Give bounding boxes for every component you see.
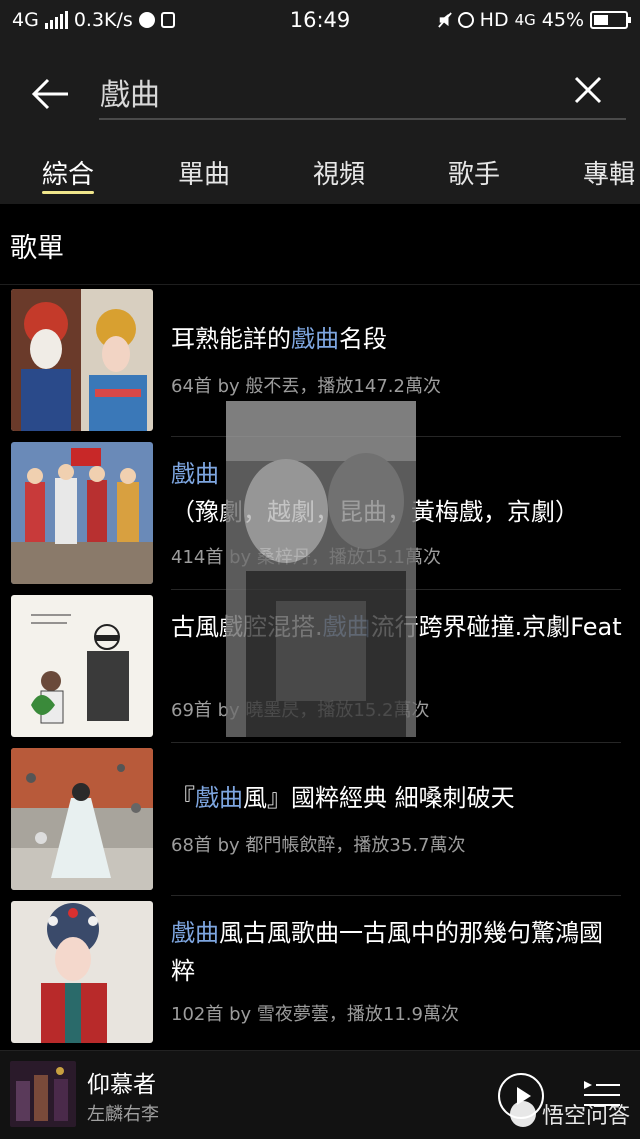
playlist-title: 『戲曲風』國粹經典 細嗓刺破天 xyxy=(171,784,515,812)
battery-percent: 45% xyxy=(541,9,584,31)
tab-singers[interactable]: 歌手 xyxy=(448,154,500,191)
search-underline xyxy=(99,118,626,120)
tab-videos[interactable]: 視頻 xyxy=(313,154,365,191)
watermark-text: 悟空问答 xyxy=(542,1104,631,1129)
wukong-logo-icon xyxy=(510,1101,536,1127)
search-input[interactable]: 戲曲 xyxy=(100,70,160,114)
status-right: HD 4G 45% xyxy=(437,9,631,31)
tab-bar: 綜合 單曲 視頻 歌手 專輯 xyxy=(0,148,640,204)
playlist-meta: 68首 by 都門帳飲醉，播放35.7萬次 xyxy=(171,835,466,856)
alarm-icon xyxy=(457,12,474,28)
playlist-meta: 102首 by 雪夜夢蕓，播放11.9萬次 xyxy=(171,1004,459,1025)
hd-label: HD xyxy=(479,9,509,31)
now-playing-cover[interactable] xyxy=(10,1061,76,1127)
tab-comprehensive[interactable]: 綜合 xyxy=(42,154,94,191)
playlist-item[interactable]: 『戲曲風』國粹經典 細嗓刺破天 68首 by 都門帳飲醉，播放35.7萬次 xyxy=(0,743,640,896)
tab-singles[interactable]: 單曲 xyxy=(178,154,230,191)
clear-icon[interactable] xyxy=(566,68,610,112)
playlist-meta: 64首 by 般不丟，播放147.2萬次 xyxy=(171,376,441,397)
floating-photo-overlay xyxy=(226,401,416,737)
now-playing-artist: 左麟右李 xyxy=(87,1104,159,1125)
now-playing-title: 仰慕者 xyxy=(87,1072,156,1098)
back-arrow-icon[interactable] xyxy=(26,70,74,118)
playlist-item[interactable]: 戲曲風古風歌曲一古風中的那幾句驚鴻國粹 102首 by 雪夜夢蕓，播放11.9萬… xyxy=(0,896,640,1049)
playlist-cover xyxy=(11,289,153,431)
playlist-cover xyxy=(11,748,153,890)
playlist-cover xyxy=(11,442,153,584)
network2-label: 4G xyxy=(514,11,536,29)
search-header: 戲曲 綜合 單曲 視頻 歌手 專輯 xyxy=(0,44,640,204)
playlist-cover xyxy=(11,901,153,1043)
tab-albums[interactable]: 專輯 xyxy=(583,154,635,191)
section-title: 歌單 xyxy=(10,233,64,264)
playlist-title: 耳熟能詳的戲曲名段 xyxy=(171,325,387,353)
status-bar: 4G 0.3K/s 16:49 HD 4G 45% xyxy=(0,0,640,44)
mute-icon xyxy=(437,12,452,28)
battery-icon xyxy=(590,11,631,29)
playlist-cover xyxy=(11,595,153,737)
watermark: 悟空问答 xyxy=(510,1098,630,1130)
active-tab-indicator xyxy=(42,191,94,194)
playlist-title: 戲曲風古風歌曲一古風中的那幾句驚鴻國粹 xyxy=(171,919,603,985)
